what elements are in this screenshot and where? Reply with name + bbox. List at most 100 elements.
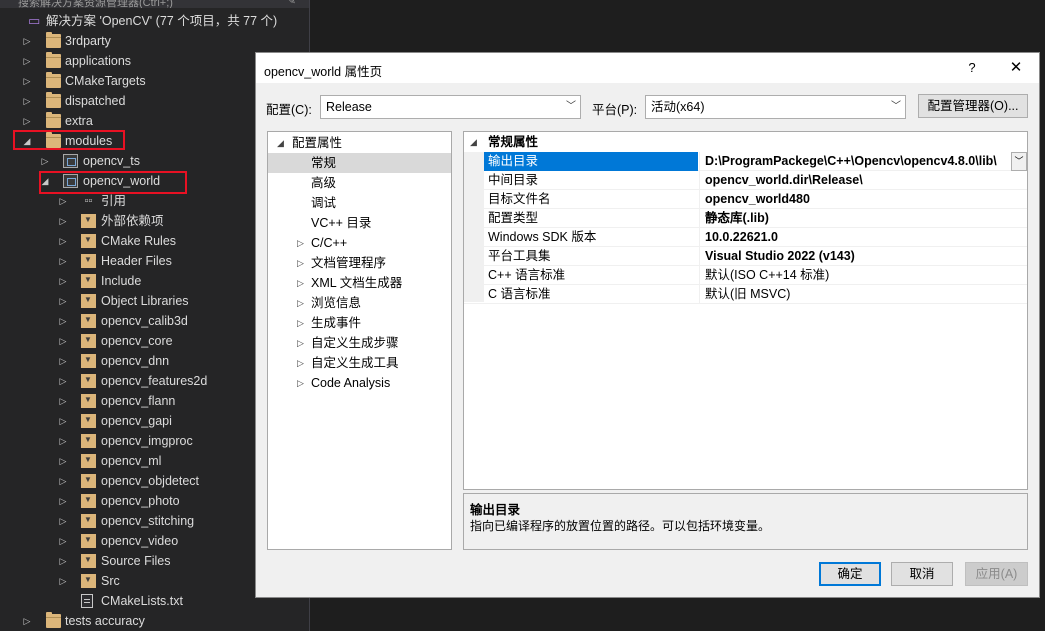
folder-icon [46,32,61,48]
property-value[interactable]: 默认(ISO C++14 标准) [699,266,1027,285]
collapsed-arrow-icon[interactable]: ▷ [58,191,68,211]
filter-folder-icon [81,554,96,568]
solution-icon: ▭ [28,13,41,28]
filter-folder-icon [81,574,96,588]
config-tree-item[interactable]: ▷ 生成事件 [268,313,451,333]
property-value[interactable]: Visual Studio 2022 (v143) [699,247,1027,266]
tree-item-label: opencv_objdetect [101,474,199,488]
property-row[interactable]: 输出目录 D:\ProgramPackege\C++\Opencv\opencv4… [464,152,1027,171]
expanded-arrow-icon[interactable]: ◢ [277,133,284,153]
collapsed-arrow-icon[interactable]: ▷ [58,371,68,391]
collapsed-arrow-icon[interactable]: ▷ [58,231,68,251]
collapsed-arrow-icon[interactable]: ▷ [40,151,50,171]
collapsed-arrow-icon[interactable]: ▷ [58,271,68,291]
config-tree-label: 浏览信息 [311,296,362,310]
configuration-combo[interactable]: Release ﹀ [320,95,581,119]
config-tree-item[interactable]: ◢ 配置属性 [268,133,451,153]
modules-highlight-box [13,130,125,150]
collapsed-arrow-icon[interactable]: ▷ [58,431,68,451]
config-tree-item[interactable]: 调试 [268,193,451,213]
collapsed-arrow-icon[interactable]: ▷ [58,471,68,491]
chevron-down-icon: ﹀ [891,101,901,112]
collapsed-arrow-icon[interactable]: ▷ [297,233,304,253]
collapsed-arrow-icon[interactable]: ▷ [58,451,68,471]
collapsed-arrow-icon[interactable]: ▷ [58,251,68,271]
collapsed-arrow-icon[interactable]: ▷ [22,51,32,71]
collapsed-arrow-icon[interactable]: ▷ [58,391,68,411]
configuration-value: Release [326,100,372,114]
collapsed-arrow-icon[interactable]: ▷ [297,373,304,393]
collapsed-arrow-icon[interactable]: ▷ [22,71,32,91]
config-tree-label: 自定义生成工具 [311,356,399,370]
property-value[interactable]: D:\ProgramPackege\C++\Opencv\opencv4.8.0… [699,152,1027,171]
close-button[interactable]: ✕ [1005,57,1027,79]
collapsed-arrow-icon[interactable]: ▷ [58,491,68,511]
collapsed-arrow-icon[interactable]: ▷ [58,531,68,551]
configuration-manager-button[interactable]: 配置管理器(O)... [918,94,1028,118]
config-tree-item[interactable]: 高级 [268,173,451,193]
config-tree-label: 文档管理程序 [311,256,387,270]
collapsed-arrow-icon[interactable]: ▷ [58,571,68,591]
pin-icon[interactable]: ✎ [287,0,296,7]
property-value[interactable]: 10.0.22621.0 [699,228,1027,247]
config-tree-item[interactable]: 常规 [268,153,451,173]
tree-item[interactable]: ▷ tests accuracy [0,611,309,631]
collapsed-arrow-icon[interactable]: ▷ [22,611,32,631]
collapsed-arrow-icon[interactable]: ▷ [58,511,68,531]
property-row[interactable]: C++ 语言标准 默认(ISO C++14 标准) [464,266,1027,285]
tree-item[interactable]: ▷ 3rdparty [0,31,309,51]
collapsed-arrow-icon[interactable]: ▷ [58,291,68,311]
collapsed-arrow-icon[interactable]: ▷ [22,31,32,51]
collapsed-arrow-icon[interactable]: ▷ [58,351,68,371]
config-tree-item[interactable]: ▷ XML 文档生成器 [268,273,451,293]
config-tree-item[interactable]: ▷ 文档管理程序 [268,253,451,273]
config-tree-item[interactable]: ▷ 自定义生成步骤 [268,333,451,353]
filter-folder-icon [81,234,96,248]
apply-button[interactable]: 应用(A) [965,562,1028,586]
cancel-button[interactable]: 取消 [891,562,953,586]
category-general-properties[interactable]: ◢ 常规属性 [464,132,1027,152]
folder-icon [46,52,61,68]
expanded-arrow-icon[interactable]: ◢ [470,132,477,152]
property-value[interactable]: 静态库(.lib) [699,209,1027,228]
property-row[interactable]: 中间目录 opencv_world.dir\Release\ [464,171,1027,190]
platform-combo[interactable]: 活动(x64) ﹀ [645,95,906,119]
collapsed-arrow-icon[interactable]: ▷ [58,311,68,331]
property-value[interactable]: 默认(旧 MSVC) [699,285,1027,304]
chevron-down-icon[interactable]: ﹀ [1011,152,1027,171]
collapsed-arrow-icon[interactable]: ▷ [58,211,68,231]
collapsed-arrow-icon[interactable]: ▷ [297,293,304,313]
collapsed-arrow-icon[interactable]: ▷ [22,91,32,111]
tree-item-label: opencv_gapi [101,414,172,428]
property-row[interactable]: Windows SDK 版本 10.0.22621.0 [464,228,1027,247]
collapsed-arrow-icon[interactable]: ▷ [297,353,304,373]
config-tree-item[interactable]: ▷ Code Analysis [268,373,451,393]
config-tree-item[interactable]: ▷ 浏览信息 [268,293,451,313]
solution-root[interactable]: ▭ 解决方案 'OpenCV' (77 个项目，共 77 个) [0,11,309,31]
tree-item-label: opencv_features2d [101,374,208,388]
config-tree-item[interactable]: ▷ C/C++ [268,233,451,253]
collapsed-arrow-icon[interactable]: ▷ [297,313,304,333]
help-button[interactable]: ? [961,57,983,79]
collapsed-arrow-icon[interactable]: ▷ [58,551,68,571]
config-tree-item[interactable]: ▷ 自定义生成工具 [268,353,451,373]
collapsed-arrow-icon[interactable]: ▷ [297,253,304,273]
property-row[interactable]: 目标文件名 opencv_world480 [464,190,1027,209]
property-row[interactable]: C 语言标准 默认(旧 MSVC) [464,285,1027,304]
config-tree-item[interactable]: VC++ 目录 [268,213,451,233]
property-value[interactable]: opencv_world.dir\Release\ [699,171,1027,190]
filter-folder-icon [81,454,96,468]
collapsed-arrow-icon[interactable]: ▷ [297,273,304,293]
collapsed-arrow-icon[interactable]: ▷ [22,111,32,131]
platform-value: 活动(x64) [651,100,705,114]
collapsed-arrow-icon[interactable]: ▷ [58,331,68,351]
search-solution-bar[interactable]: 搜索解决方案资源管理器(Ctrl+;) ✎ [0,0,309,8]
collapsed-arrow-icon[interactable]: ▷ [297,333,304,353]
property-row[interactable]: 配置类型 静态库(.lib) [464,209,1027,228]
ok-button[interactable]: 确定 [819,562,881,586]
chevron-down-icon: ﹀ [566,101,576,112]
property-value[interactable]: opencv_world480 [699,190,1027,209]
tree-item-label: Src [101,574,120,588]
collapsed-arrow-icon[interactable]: ▷ [58,411,68,431]
property-row[interactable]: 平台工具集 Visual Studio 2022 (v143) [464,247,1027,266]
